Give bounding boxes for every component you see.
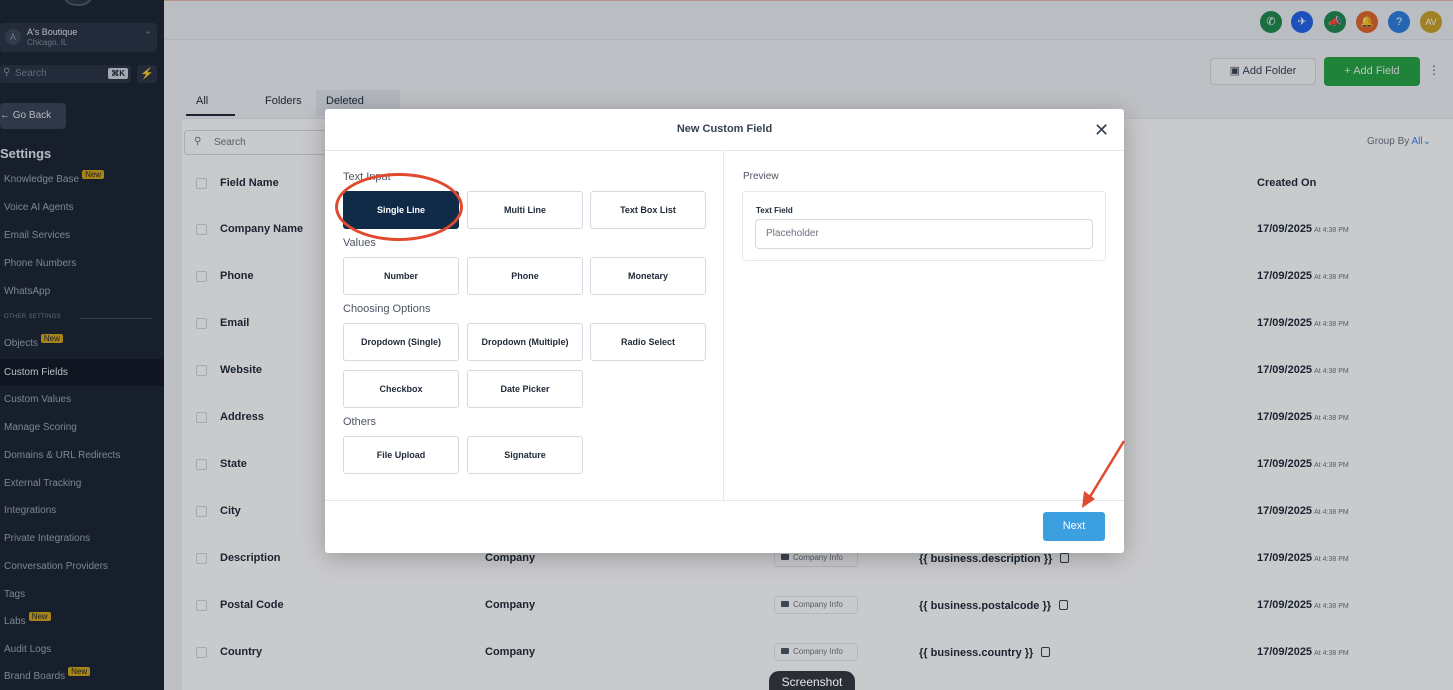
option-checkbox[interactable]: Checkbox [343, 370, 459, 408]
option-dropdown-multiple[interactable]: Dropdown (Multiple) [467, 323, 583, 361]
preview-panel: Text Field Placeholder [742, 191, 1106, 261]
modal-title: New Custom Field [676, 123, 773, 135]
option-radio-select[interactable]: Radio Select [590, 323, 706, 361]
option-phone[interactable]: Phone [467, 257, 583, 295]
new-custom-field-modal: New Custom Field ✕ Text Input Single Lin… [325, 109, 1124, 553]
option-multi-line[interactable]: Multi Line [467, 191, 583, 229]
preview-label: Preview [743, 171, 779, 182]
preview-field-label: Text Field [756, 206, 793, 215]
annotation-highlight-ellipse [335, 173, 463, 241]
section-others: Others [343, 416, 377, 428]
option-dropdown-single[interactable]: Dropdown (Single) [343, 323, 459, 361]
option-date-picker[interactable]: Date Picker [467, 370, 583, 408]
option-monetary[interactable]: Monetary [590, 257, 706, 295]
next-button[interactable]: Next [1043, 512, 1105, 541]
preview-text-input[interactable]: Placeholder [755, 219, 1093, 249]
screenshot-tooltip: Screenshot [769, 671, 855, 690]
section-choosing-options: Choosing Options [343, 303, 431, 315]
option-signature[interactable]: Signature [467, 436, 583, 474]
close-icon[interactable]: ✕ [1094, 121, 1109, 139]
section-values: Values [343, 237, 376, 249]
divider [325, 150, 1124, 151]
divider [723, 151, 724, 500]
option-file-upload[interactable]: File Upload [343, 436, 459, 474]
option-number[interactable]: Number [343, 257, 459, 295]
option-text-box-list[interactable]: Text Box List [590, 191, 706, 229]
divider [325, 500, 1124, 501]
